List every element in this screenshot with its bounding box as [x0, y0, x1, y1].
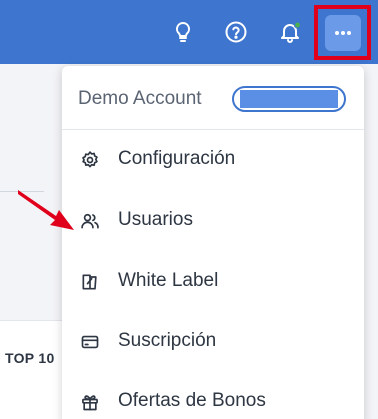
help-circle-icon[interactable] [222, 18, 250, 46]
more-dots-icon [335, 31, 351, 35]
account-badge [232, 86, 346, 112]
annotation-arrow [18, 190, 74, 230]
background-panel [0, 320, 62, 419]
bell-icon[interactable] [276, 18, 304, 46]
menu-item-configuracion[interactable]: Configuración [62, 132, 364, 188]
menu-item-usuarios[interactable]: Usuarios [62, 193, 364, 249]
more-options-button[interactable] [325, 15, 361, 51]
account-badge-redacted [240, 90, 338, 108]
menu-item-suscripcion[interactable]: Suscripción [62, 314, 364, 370]
background-section-label: TOP 10 [5, 350, 55, 366]
menu-item-label: Ofertas de Bonos [118, 390, 266, 411]
menu-item-ofertas-de-bonos[interactable]: Ofertas de Bonos [62, 374, 364, 419]
gear-icon [79, 149, 101, 171]
menu-item-white-label[interactable]: White Label [62, 254, 364, 310]
credit-card-icon [79, 331, 101, 353]
users-icon [79, 210, 101, 232]
account-dropdown-menu: Demo Account Configuración Usuarios Whit… [62, 66, 364, 419]
gift-icon [79, 391, 101, 413]
menu-item-label: Usuarios [118, 209, 193, 230]
account-name: Demo Account [78, 88, 202, 109]
menu-item-label: Configuración [118, 148, 236, 169]
lightbulb-icon[interactable] [169, 18, 197, 46]
account-header: Demo Account [62, 66, 364, 130]
menu-item-label: Suscripción [118, 330, 217, 351]
top-bar [0, 0, 378, 64]
menu-item-label: White Label [118, 270, 219, 291]
white-label-icon [79, 271, 101, 293]
